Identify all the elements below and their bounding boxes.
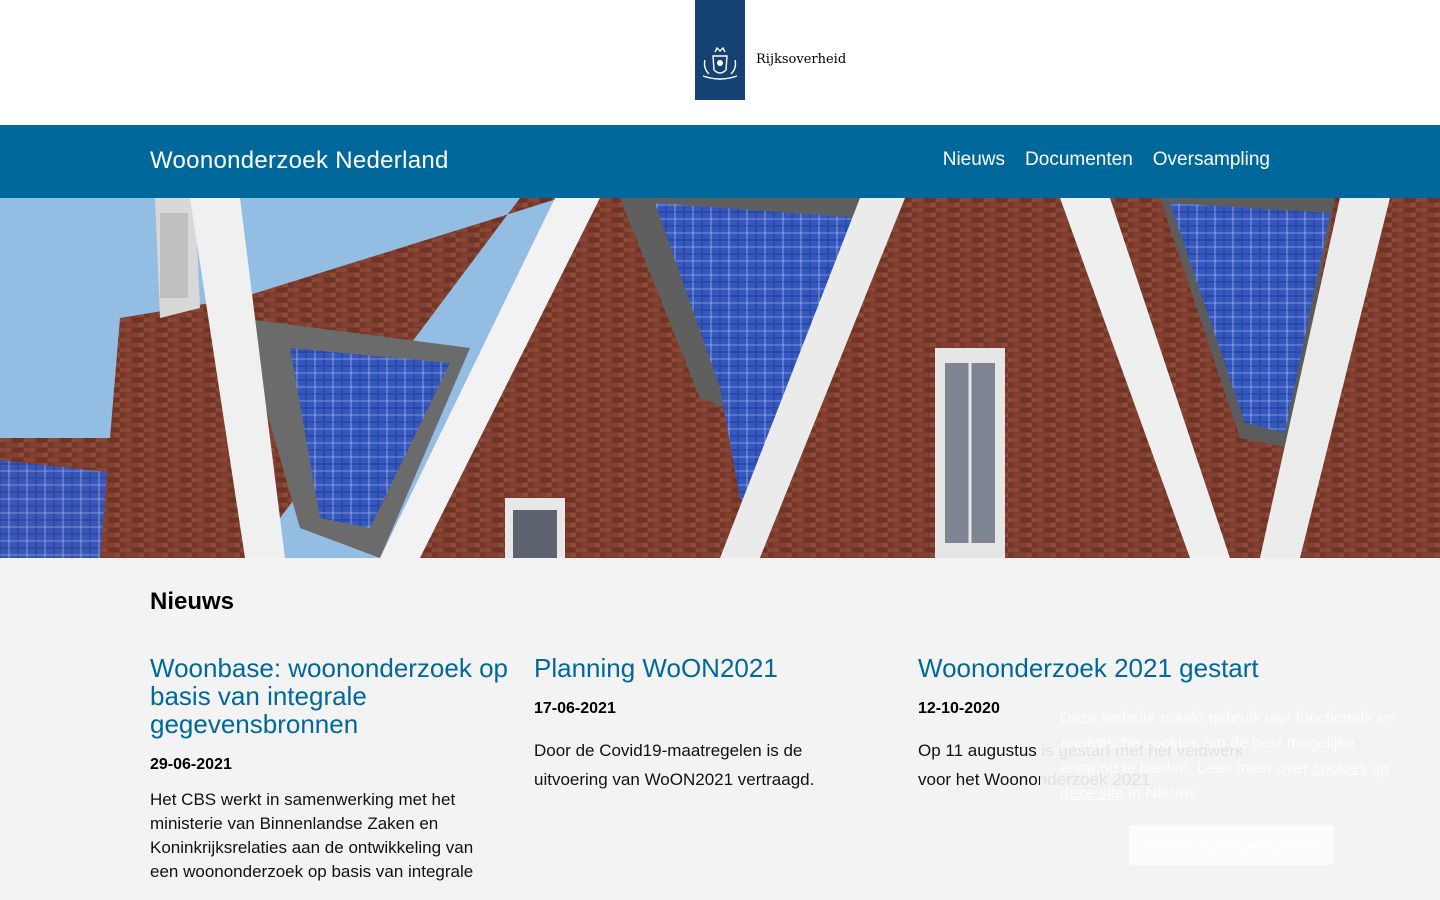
- news-card-date: 17-06-2021: [534, 700, 616, 717]
- news-card-date: 29-06-2021: [150, 756, 232, 773]
- coat-of-arms-icon: [702, 46, 738, 80]
- hero-image: [0, 198, 1440, 558]
- nav-item-nieuws[interactable]: Nieuws: [943, 149, 1005, 171]
- cookie-close-button[interactable]: Sluiten en niet meer tonen: [1129, 825, 1334, 865]
- nav-item-oversampling[interactable]: Oversampling: [1153, 149, 1270, 171]
- houses-solar-panels-image: [0, 198, 1440, 558]
- news-card-title[interactable]: Woonbase: woononderzoek op basis van int…: [150, 654, 510, 738]
- site-title[interactable]: Woononderzoek Nederland: [150, 147, 449, 175]
- news-card-text: Het CBS werkt in samenwerking met het mi…: [150, 790, 474, 881]
- main-nav: Nieuws Documenten Oversampling: [943, 149, 1270, 171]
- news-card-text: Door de Covid19-maatregelen is de uitvoe…: [534, 741, 815, 789]
- site-header: Woononderzoek Nederland Nieuws Documente…: [0, 125, 1440, 198]
- cookie-message-suffix: in Nieuws: [1128, 785, 1198, 802]
- section-title: Nieuws: [150, 588, 235, 615]
- top-bar: Rijksoverheid: [0, 0, 1440, 125]
- news-card-title[interactable]: Woononderzoek 2021 gestart: [918, 654, 1278, 682]
- rijksoverheid-logo[interactable]: [695, 0, 745, 100]
- news-card-title[interactable]: Planning WoON2021: [534, 654, 894, 682]
- cookie-banner: Deze website maakt gebruik van functione…: [1040, 688, 1424, 884]
- news-card: Planning WoON2021 17-06-2021 Door de Cov…: [534, 654, 894, 794]
- cookie-message: Deze website maakt gebruik van functione…: [1060, 706, 1404, 806]
- nav-item-documenten[interactable]: Documenten: [1025, 149, 1133, 171]
- news-card: Woonbase: woononderzoek op basis van int…: [150, 654, 510, 884]
- logo-text: Rijksoverheid: [756, 52, 847, 67]
